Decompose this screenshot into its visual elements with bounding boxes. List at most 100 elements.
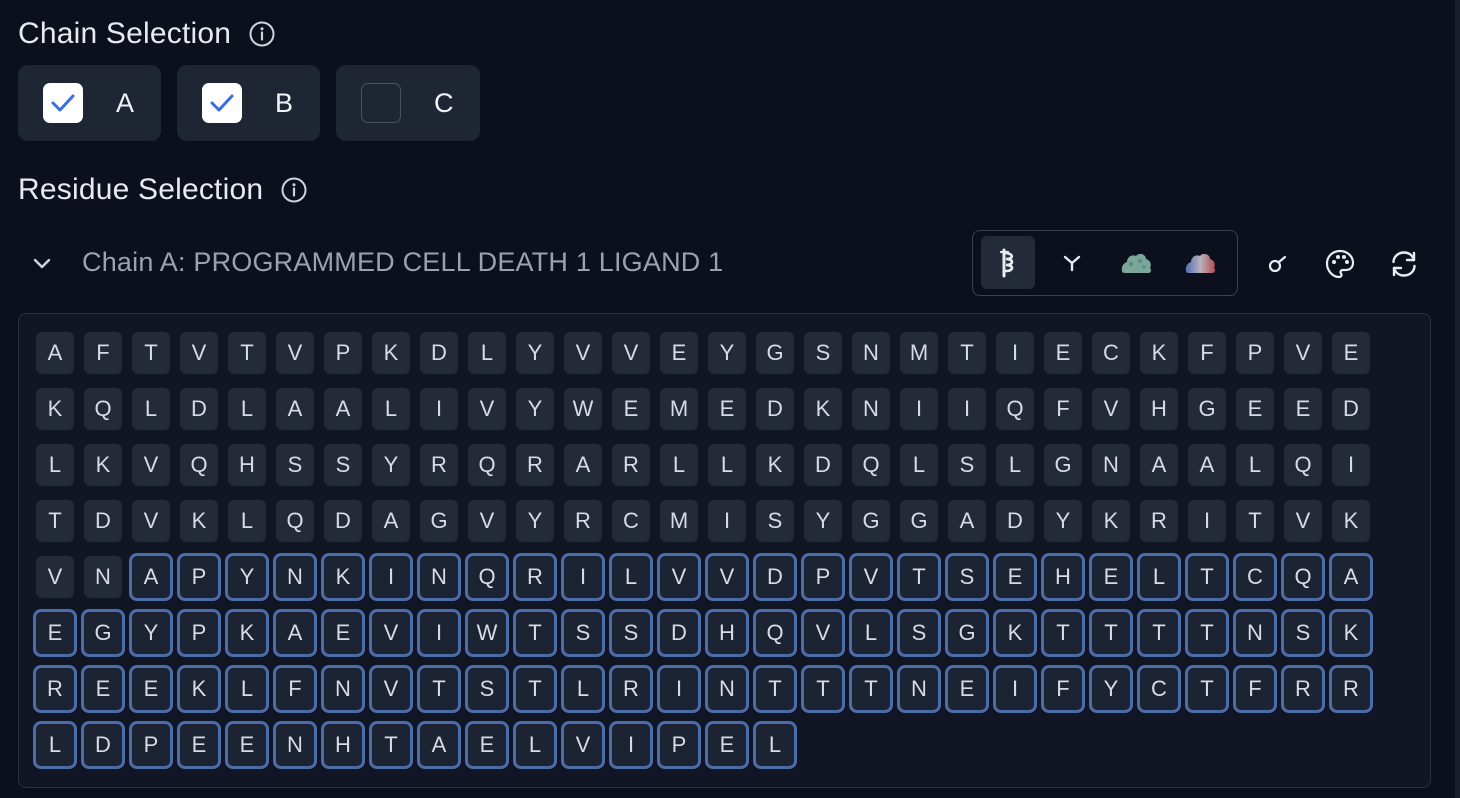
residue-cell[interactable]: R — [516, 444, 554, 486]
residue-cell[interactable]: F — [1041, 665, 1085, 713]
residue-cell[interactable]: A — [1329, 553, 1373, 601]
residue-cell[interactable]: T — [1089, 609, 1133, 657]
residue-cell[interactable]: R — [1281, 665, 1325, 713]
residue-cell[interactable]: L — [372, 388, 410, 430]
residue-cell[interactable]: N — [273, 721, 317, 769]
residue-cell[interactable]: S — [948, 444, 986, 486]
residue-cell[interactable]: S — [465, 665, 509, 713]
residue-cell[interactable]: I — [561, 553, 605, 601]
residue-cell[interactable]: L — [228, 500, 266, 542]
residue-cell[interactable]: L — [1236, 444, 1274, 486]
residue-cell[interactable]: S — [276, 444, 314, 486]
residue-cell[interactable]: V — [705, 553, 749, 601]
residue-cell[interactable]: C — [612, 500, 650, 542]
residue-cell[interactable]: P — [657, 721, 701, 769]
info-icon[interactable] — [247, 19, 277, 49]
chain-b-checkbox[interactable]: B — [177, 65, 320, 141]
residue-cell[interactable]: L — [132, 388, 170, 430]
residue-cell[interactable]: K — [177, 665, 221, 713]
residue-cell[interactable]: Q — [1284, 444, 1322, 486]
info-icon[interactable] — [279, 175, 309, 205]
residue-cell[interactable]: I — [996, 332, 1034, 374]
residue-cell[interactable]: E — [708, 388, 746, 430]
cartoon-icon[interactable] — [981, 236, 1035, 289]
residue-cell[interactable]: W — [465, 609, 509, 657]
chain-c-checkbox[interactable]: C — [336, 65, 480, 141]
residue-cell[interactable]: E — [1044, 332, 1082, 374]
residue-cell[interactable]: T — [1185, 553, 1229, 601]
residue-cell[interactable]: I — [1188, 500, 1226, 542]
residue-cell[interactable]: E — [81, 665, 125, 713]
residue-cell[interactable]: N — [1233, 609, 1277, 657]
residue-cell[interactable]: L — [609, 553, 653, 601]
residue-cell[interactable]: E — [321, 609, 365, 657]
residue-cell[interactable]: Y — [129, 609, 173, 657]
residue-cell[interactable]: S — [609, 609, 653, 657]
residue-cell[interactable]: P — [177, 609, 221, 657]
residue-cell[interactable]: N — [84, 556, 122, 598]
residue-cell[interactable]: T — [369, 721, 413, 769]
residue-cell[interactable]: A — [324, 388, 362, 430]
residue-cell[interactable]: E — [705, 721, 749, 769]
residue-cell[interactable]: L — [561, 665, 605, 713]
residue-cell[interactable]: E — [33, 609, 77, 657]
residue-cell[interactable]: N — [321, 665, 365, 713]
residue-cell[interactable]: G — [900, 500, 938, 542]
residue-cell[interactable]: L — [225, 665, 269, 713]
residue-cell[interactable]: L — [660, 444, 698, 486]
residue-cell[interactable]: D — [84, 500, 122, 542]
residue-cell[interactable]: D — [420, 332, 458, 374]
residue-cell[interactable]: S — [561, 609, 605, 657]
residue-cell[interactable]: G — [852, 500, 890, 542]
residue-cell[interactable]: Y — [708, 332, 746, 374]
residue-cell[interactable]: V — [564, 332, 602, 374]
residue-cell[interactable]: Q — [465, 553, 509, 601]
residue-cell[interactable]: L — [996, 444, 1034, 486]
residue-cell[interactable]: Q — [180, 444, 218, 486]
residue-cell[interactable]: I — [657, 665, 701, 713]
residue-cell[interactable]: R — [609, 665, 653, 713]
residue-cell[interactable]: E — [225, 721, 269, 769]
residue-cell[interactable]: G — [81, 609, 125, 657]
residue-cell[interactable]: Y — [1089, 665, 1133, 713]
residue-cell[interactable]: A — [1140, 444, 1178, 486]
residue-cell[interactable]: E — [612, 388, 650, 430]
residue-cell[interactable]: L — [228, 388, 266, 430]
residue-cell[interactable]: S — [1281, 609, 1325, 657]
residue-cell[interactable]: Q — [996, 388, 1034, 430]
residue-cell[interactable]: N — [897, 665, 941, 713]
residue-cell[interactable]: T — [897, 553, 941, 601]
residue-cell[interactable]: K — [1140, 332, 1178, 374]
residue-cell[interactable]: D — [657, 609, 701, 657]
residue-cell[interactable]: S — [945, 553, 989, 601]
residue-cell[interactable]: I — [948, 388, 986, 430]
residue-cell[interactable]: C — [1233, 553, 1277, 601]
residue-cell[interactable]: A — [273, 609, 317, 657]
residue-cell[interactable]: G — [756, 332, 794, 374]
residue-cell[interactable]: V — [36, 556, 74, 598]
residue-cell[interactable]: V — [801, 609, 845, 657]
residue-cell[interactable]: V — [180, 332, 218, 374]
checkbox-checked[interactable] — [43, 83, 83, 123]
residue-cell[interactable]: R — [420, 444, 458, 486]
residue-cell[interactable]: A — [948, 500, 986, 542]
residue-cell[interactable]: M — [900, 332, 938, 374]
residue-cell[interactable]: T — [1236, 500, 1274, 542]
residue-cell[interactable]: G — [420, 500, 458, 542]
residue-cell[interactable]: L — [849, 609, 893, 657]
residue-cell[interactable]: N — [417, 553, 461, 601]
residue-cell[interactable]: P — [324, 332, 362, 374]
residue-cell[interactable]: R — [1329, 665, 1373, 713]
residue-cell[interactable]: R — [612, 444, 650, 486]
residue-cell[interactable]: K — [321, 553, 365, 601]
residue-cell[interactable]: L — [33, 721, 77, 769]
residue-cell[interactable]: F — [84, 332, 122, 374]
residue-cell[interactable]: R — [33, 665, 77, 713]
residue-cell[interactable]: F — [1044, 388, 1082, 430]
residue-cell[interactable]: D — [324, 500, 362, 542]
residue-cell[interactable]: T — [1185, 609, 1229, 657]
residue-cell[interactable]: P — [1236, 332, 1274, 374]
residue-cell[interactable]: T — [513, 609, 557, 657]
residue-cell[interactable]: I — [708, 500, 746, 542]
residue-cell[interactable]: T — [132, 332, 170, 374]
